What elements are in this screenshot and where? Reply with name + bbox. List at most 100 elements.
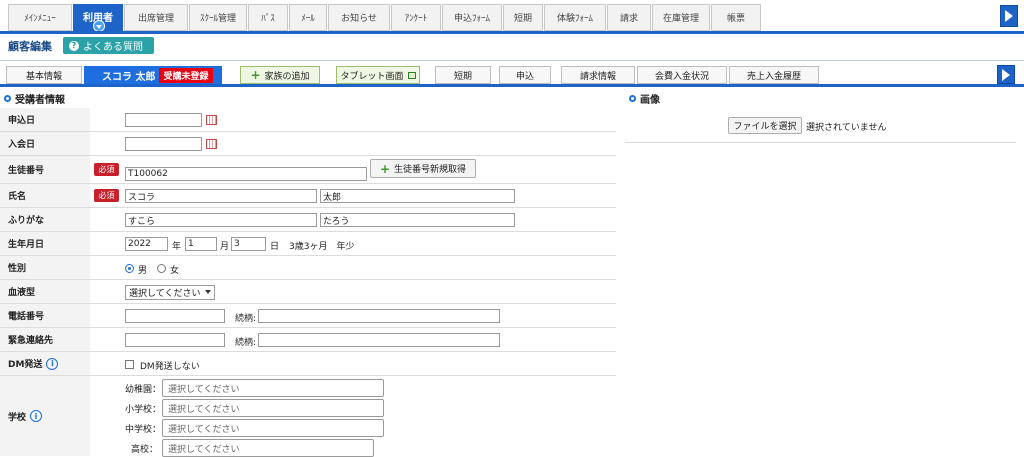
- circle-icon: [629, 95, 636, 102]
- day-unit: 日: [270, 242, 280, 252]
- faq-label: よくある質問: [83, 42, 143, 53]
- field-label: 血液型: [0, 280, 90, 303]
- gender-female-label: 女: [170, 266, 180, 276]
- tab-label: タブレット画面: [340, 71, 404, 82]
- phone-input[interactable]: [125, 309, 225, 323]
- tab-label: 請求情報: [579, 71, 616, 82]
- image-header: 画像: [629, 91, 660, 106]
- kindergarten-select[interactable]: 選択してください: [162, 379, 384, 397]
- calendar-icon[interactable]: [206, 139, 217, 149]
- phone-relation-input[interactable]: [258, 309, 500, 323]
- gender-row: 性別 男 女: [0, 256, 616, 280]
- join-date-input[interactable]: [125, 137, 202, 151]
- nav-tab-label: 帳票: [726, 14, 745, 24]
- nav-tab-main-menu[interactable]: ﾒｲﾝﾒﾆｭｰ: [8, 4, 72, 31]
- high-school-label: 高校：: [131, 445, 159, 455]
- nav-next-button[interactable]: [1000, 5, 1018, 27]
- blood-type-row: 血液型 選択してください: [0, 280, 616, 304]
- nav-tab-label: ﾒｰﾙ: [301, 14, 315, 24]
- tab-label: 会費入金状況: [654, 71, 709, 82]
- emergency-contact-input[interactable]: [125, 333, 225, 347]
- nav-tab-mail[interactable]: ﾒｰﾙ: [289, 4, 327, 31]
- plus-icon: +: [250, 68, 261, 82]
- choose-file-button[interactable]: ファイルを選択: [728, 117, 802, 134]
- birth-day-input[interactable]: 3: [231, 237, 266, 251]
- tab-label: 基本情報: [25, 71, 62, 82]
- nav-tab-notices[interactable]: お知らせ: [328, 4, 390, 31]
- nav-tab-survey[interactable]: ｱﾝｹｰﾄ: [391, 4, 441, 31]
- nav-tab-pass[interactable]: ﾊﾟｽ: [248, 4, 288, 31]
- tab-label: 短期: [453, 71, 472, 82]
- field-label: ふりがな: [0, 208, 90, 231]
- get-student-number-button[interactable]: + 生徒番号新規取得: [370, 159, 476, 178]
- button-label: 生徒番号新規取得: [394, 165, 467, 175]
- tab-fee-status[interactable]: 会費入金状況: [637, 66, 727, 84]
- field-label: 性別: [0, 256, 90, 279]
- nav-tab-trial-form[interactable]: 体験ﾌｫｰﾑ: [544, 4, 606, 31]
- tablet-screen-button[interactable]: タブレット画面: [336, 66, 420, 84]
- subtabs-next-button[interactable]: [997, 65, 1015, 84]
- nav-tab-attendance[interactable]: 出席管理: [124, 4, 188, 31]
- calendar-icon[interactable]: [206, 115, 217, 125]
- field-label: DM発送 i: [0, 352, 90, 375]
- field-label: 生徒番号: [0, 156, 90, 183]
- play-icon: [1005, 10, 1013, 22]
- nav-tab-reports[interactable]: 帳票: [711, 4, 761, 31]
- nav-tab-application-form[interactable]: 申込ﾌｫｰﾑ: [442, 4, 502, 31]
- first-name-kana-input[interactable]: たろう: [320, 213, 515, 227]
- field-label: 生年月日: [0, 232, 90, 255]
- nav-tab-short-term[interactable]: 短期: [503, 4, 543, 31]
- nav-tab-label: 在庫管理: [662, 14, 699, 24]
- month-unit: 月: [220, 242, 230, 252]
- gender-female-radio[interactable]: [157, 264, 166, 273]
- info-icon[interactable]: i: [30, 410, 43, 422]
- tab-label: 申込: [515, 71, 534, 82]
- gender-male-radio[interactable]: [125, 264, 134, 273]
- emergency-contact-row: 緊急連絡先 続柄:: [0, 328, 616, 352]
- apply-date-input[interactable]: [125, 113, 202, 127]
- question-icon: ?: [69, 40, 79, 51]
- age-text: 3歳3ヶ月 年少: [289, 242, 355, 252]
- required-badge: 必須: [94, 163, 119, 176]
- tab-sales-history[interactable]: 売上入金履歴: [729, 66, 819, 84]
- field-label: 申込日: [0, 108, 90, 131]
- last-name-kana-input[interactable]: すこら: [125, 213, 317, 227]
- nav-tab-school-management[interactable]: ｽｸｰﾙ管理: [189, 4, 247, 31]
- tab-short-term[interactable]: 短期: [435, 66, 491, 84]
- nav-tab-label: 短期: [513, 14, 532, 24]
- status-badge: 受講未登録: [159, 67, 213, 83]
- gender-male-label: 男: [138, 266, 148, 276]
- info-icon[interactable]: i: [46, 357, 59, 370]
- nav-tab-billing[interactable]: 請求: [607, 4, 651, 31]
- birth-month-input[interactable]: 1: [185, 237, 217, 251]
- select-value: 選択してください: [129, 289, 201, 299]
- dm-checkbox[interactable]: [125, 360, 134, 369]
- high-school-select[interactable]: 選択してください: [162, 439, 374, 457]
- nav-tab-inventory[interactable]: 在庫管理: [652, 4, 710, 31]
- faq-button[interactable]: ? よくある質問: [63, 37, 154, 54]
- nav-tab-users[interactable]: 利用者: [73, 4, 123, 32]
- elementary-select[interactable]: 選択してください: [162, 399, 384, 417]
- nav-tab-label: 請求: [619, 14, 638, 24]
- emergency-relation-input[interactable]: [258, 333, 500, 347]
- student-number-input[interactable]: T100062: [125, 167, 367, 181]
- blood-type-select[interactable]: 選択してください: [125, 285, 215, 300]
- last-name-input[interactable]: スコラ: [125, 189, 317, 203]
- chevron-down-icon: [205, 290, 211, 294]
- birth-year-input[interactable]: 2022: [125, 237, 168, 251]
- dm-checkbox-label: DM発送しない: [140, 362, 200, 372]
- tab-current-user[interactable]: スコラ 太郎 受講未登録: [84, 66, 222, 84]
- top-navigation: ﾒｲﾝﾒﾆｭｰ 利用者 出席管理 ｽｸｰﾙ管理 ﾊﾟｽ ﾒｰﾙ お知らせ ｱﾝｹ…: [0, 0, 1024, 34]
- junior-high-select[interactable]: 選択してください: [162, 419, 384, 437]
- first-name-input[interactable]: 太郎: [320, 189, 515, 203]
- tab-basic-info[interactable]: 基本情報: [6, 66, 82, 84]
- nav-tab-label: ｱﾝｹｰﾄ: [404, 14, 428, 24]
- tab-apply[interactable]: 申込: [499, 66, 551, 84]
- add-family-button[interactable]: + 家族の追加: [240, 66, 320, 84]
- birthdate-row: 生年月日 2022 年 1 月 3 日 3歳3ヶ月 年少: [0, 232, 616, 256]
- tab-billing-info[interactable]: 請求情報: [561, 66, 635, 84]
- nav-tab-label: お知らせ: [341, 14, 377, 24]
- school-row: 学校 i 幼稚園： 選択してください 小学校： 選択してください 中学校： 選択…: [0, 376, 616, 457]
- field-label-text: 学校: [8, 412, 27, 423]
- no-file-text: 選択されていません: [806, 123, 887, 133]
